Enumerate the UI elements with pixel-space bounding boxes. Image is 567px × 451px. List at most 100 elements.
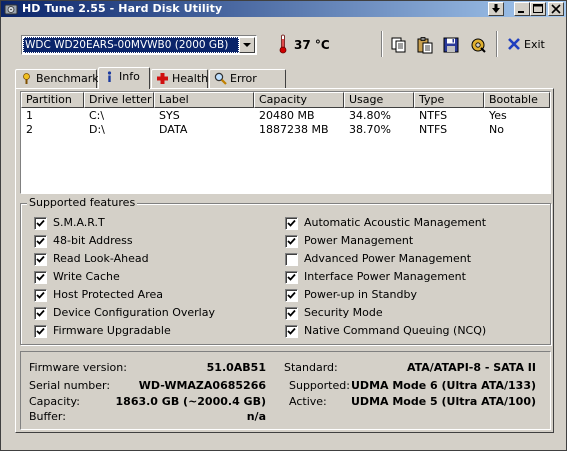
feature-label: Automatic Acoustic Management <box>304 216 487 229</box>
column-bootable[interactable]: Bootable <box>484 92 550 108</box>
partition-bootable: Yes <box>489 109 507 122</box>
checkbox-checked[interactable] <box>34 307 47 320</box>
benchmark-icon <box>23 73 30 84</box>
partition-label: DATA <box>159 123 188 136</box>
table-row[interactable]: 1 C:\ SYS 20480 MB 34.80% NTFS Yes <box>21 109 550 123</box>
column-capacity[interactable]: Capacity <box>254 92 344 108</box>
supported-mode-value: UDMA Mode 6 (Ultra ATA/133) <box>351 379 536 392</box>
checkbox-checked[interactable] <box>285 325 298 338</box>
exit-x-icon <box>508 38 520 50</box>
checkbox-checked[interactable] <box>285 307 298 320</box>
checkmark-icon <box>287 237 296 245</box>
tab-label: Benchmark <box>36 72 99 85</box>
standard-label: Standard: <box>284 361 338 374</box>
info-icon <box>107 71 112 82</box>
firmware-value: 51.0AB51 <box>206 361 266 374</box>
partition-bootable: No <box>489 123 504 136</box>
checkmark-icon <box>287 327 296 335</box>
title-bar[interactable]: HD Tune 2.55 - Hard Disk Utility <box>1 1 566 17</box>
checkbox-unchecked[interactable] <box>285 253 298 266</box>
down-arrow-icon <box>492 4 500 13</box>
maximize-icon <box>533 4 543 13</box>
drive-letter: C:\ <box>89 109 105 122</box>
capacity-label: Capacity: <box>29 395 80 408</box>
close-icon <box>551 4 561 14</box>
feature-label: Power-up in Standby <box>304 288 417 301</box>
checkmark-icon <box>287 291 296 299</box>
column-usage[interactable]: Usage <box>344 92 414 108</box>
down-arrow-button[interactable] <box>488 2 504 16</box>
tab-health[interactable]: Health <box>151 69 208 88</box>
checkmark-icon <box>36 309 45 317</box>
active-mode-label: Active: <box>289 395 327 408</box>
buffer-label: Buffer: <box>29 410 66 423</box>
supported-mode-label: Supported: <box>289 379 350 392</box>
feature-label: Device Configuration Overlay <box>53 306 215 319</box>
tab-label: Health <box>172 72 209 85</box>
minimize-button[interactable] <box>514 2 530 16</box>
checkbox-checked[interactable] <box>34 253 47 266</box>
tab-error-scan[interactable]: Error Scan <box>209 69 286 102</box>
temperature-readout: 37 °C <box>294 38 330 52</box>
checkbox-checked[interactable] <box>285 217 298 230</box>
serial-label: Serial number: <box>29 379 111 392</box>
feature-label: Read Look-Ahead <box>53 252 149 265</box>
partition-usage: 34.80% <box>349 109 391 122</box>
checkbox-checked[interactable] <box>285 289 298 302</box>
checkbox-checked[interactable] <box>34 217 47 230</box>
maximize-button[interactable] <box>530 2 546 16</box>
drive-select[interactable]: WDC WD20EARS-00MVWB0 (2000 GB) <box>21 35 257 55</box>
feature-label: 48-bit Address <box>53 234 133 247</box>
app-disk-icon <box>4 4 18 15</box>
column-drive-letter[interactable]: Drive letter <box>84 92 154 108</box>
toolbar-separator <box>496 31 498 57</box>
partition-number: 2 <box>26 123 33 136</box>
close-button[interactable] <box>548 2 564 16</box>
buffer-value: n/a <box>246 410 266 423</box>
active-mode-value: UDMA Mode 5 (Ultra ATA/100) <box>351 395 536 408</box>
column-partition[interactable]: Partition <box>21 92 84 108</box>
magnifier-icon <box>214 72 227 85</box>
checkbox-checked[interactable] <box>34 235 47 248</box>
save-disk-icon[interactable] <box>442 36 460 54</box>
checkbox-checked[interactable] <box>34 271 47 284</box>
feature-label: Power Management <box>304 234 414 247</box>
partition-label: SYS <box>159 109 180 122</box>
standard-value: ATA/ATAPI-8 - SATA II <box>406 361 536 374</box>
options-tools-icon[interactable] <box>469 36 487 54</box>
drive-info-box: Firmware version: 51.0AB51 Serial number… <box>20 351 551 430</box>
partition-list-header: Partition Drive letter Label Capacity Us… <box>21 92 550 108</box>
drive-select-value: WDC WD20EARS-00MVWB0 (2000 GB) <box>23 37 239 53</box>
exit-label: Exit <box>524 38 545 51</box>
chevron-down-icon[interactable] <box>239 37 255 53</box>
group-title: Supported features <box>27 196 138 210</box>
checkmark-icon <box>287 273 296 281</box>
checkbox-checked[interactable] <box>34 289 47 302</box>
hd-tune-window: HD Tune 2.55 - Hard Disk Utility WDC WD2… <box>0 0 567 451</box>
partition-list[interactable]: Partition Drive letter Label Capacity Us… <box>20 91 551 194</box>
partition-usage: 38.70% <box>349 123 391 136</box>
firmware-label: Firmware version: <box>29 361 127 374</box>
health-cross-icon <box>157 73 168 84</box>
checkmark-icon <box>36 255 45 263</box>
table-row[interactable]: 2 D:\ DATA 1887238 MB 38.70% NTFS No <box>21 123 550 137</box>
checkbox-checked[interactable] <box>285 235 298 248</box>
feature-label: Write Cache <box>53 270 120 283</box>
feature-label: Security Mode <box>304 306 383 319</box>
thermometer-icon <box>279 34 287 54</box>
minimize-icon <box>518 11 524 13</box>
supported-features-group: Supported features S.M.A.R.T 48-bit Addre… <box>20 196 551 345</box>
feature-label: S.M.A.R.T <box>53 216 105 229</box>
checkmark-icon <box>36 327 45 335</box>
tab-benchmark[interactable]: Benchmark <box>15 69 99 88</box>
checkmark-icon <box>36 219 45 227</box>
paste-icon[interactable] <box>416 36 434 54</box>
tab-info[interactable]: Info <box>98 67 150 89</box>
column-label[interactable]: Label <box>154 92 254 108</box>
feature-label: Host Protected Area <box>53 288 163 301</box>
checkbox-checked[interactable] <box>285 271 298 284</box>
serial-value: WD-WMAZA0685266 <box>138 379 266 392</box>
column-type[interactable]: Type <box>414 92 484 108</box>
copy-icon[interactable] <box>390 36 408 54</box>
checkbox-checked[interactable] <box>34 325 47 338</box>
